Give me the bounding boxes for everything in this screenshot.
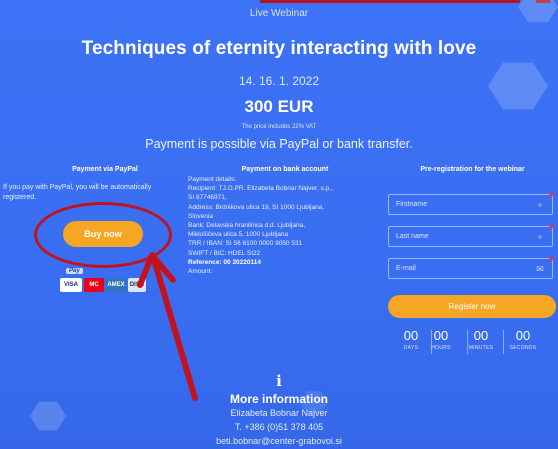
- bank-details: Payment details: Recipient: TJ.O.PR. Eli…: [188, 175, 383, 276]
- countdown-label: SECONDS: [509, 345, 537, 351]
- contact-name: Elizabeta Bobnar Najver: [230, 408, 328, 418]
- required-marker: [549, 257, 553, 261]
- firstname-placeholder: Firstname: [396, 201, 428, 208]
- bank-line: Payment details:: [188, 176, 237, 183]
- user-icon: ⚬: [536, 232, 544, 242]
- required-marker: [549, 193, 553, 197]
- bank-line: Bank: Delavska hranilnica d.d. Ljubljana…: [188, 222, 306, 230]
- bank-reference: Reference: 00 20220114: [188, 258, 262, 266]
- register-now-button[interactable]: Register now: [388, 295, 556, 318]
- countdown-value: 00: [473, 328, 489, 343]
- bank-line: Recipient: TJ.O.PR. Elizabeta Bobnar Naj…: [188, 185, 333, 193]
- lastname-placeholder: Last name: [396, 233, 429, 240]
- bank-line: Slovenia: [188, 212, 213, 220]
- countdown-label: MINUTES: [468, 345, 494, 351]
- email-field[interactable]: E-mail ✉: [388, 257, 553, 279]
- firstname-field[interactable]: Firstname ⚬: [388, 193, 553, 215]
- bank-amount: Amount:: [188, 268, 213, 276]
- lastname-field[interactable]: Last name ⚬: [388, 225, 553, 247]
- bank-line: SWIFT / BIC: HDEL SI22: [188, 249, 261, 257]
- email-placeholder: E-mail: [396, 265, 416, 272]
- countdown-label: HOURS: [431, 345, 451, 351]
- info-icon: i: [276, 372, 282, 390]
- contact-email-link[interactable]: beti.bobnar@center-grabovoi.si: [0, 436, 558, 446]
- registration-heading: Pre-registration for the webinar: [420, 166, 525, 173]
- bank-line: SI 67746971,: [188, 194, 227, 202]
- bank-line: TRR / IBAN: SI 56 6100 0000 9050 531: [188, 240, 303, 248]
- user-icon: ⚬: [536, 200, 544, 210]
- bank-line: Miklošičeva ulica 5, 1000 Ljubljana: [188, 231, 289, 239]
- countdown-seconds: 00 SECONDS: [504, 328, 542, 351]
- countdown-hours: 00 HOURS: [422, 328, 460, 351]
- webinar-page: Live Webinar Techniques of eternity inte…: [0, 0, 558, 449]
- bank-heading: Payment on bank account: [241, 166, 329, 173]
- countdown-value: 00: [433, 328, 449, 343]
- more-info-title: More information: [230, 392, 328, 406]
- countdown-value: 00: [515, 328, 531, 343]
- required-marker: [549, 225, 553, 229]
- countdown-minutes: 00 MINUTES: [462, 328, 500, 351]
- bank-line: Address: Brdnikova ulica 19, SI 1000 Lju…: [188, 203, 325, 211]
- envelope-icon: ✉: [536, 264, 544, 274]
- contact-phone: T. +386 (0)51 378 405: [234, 422, 324, 432]
